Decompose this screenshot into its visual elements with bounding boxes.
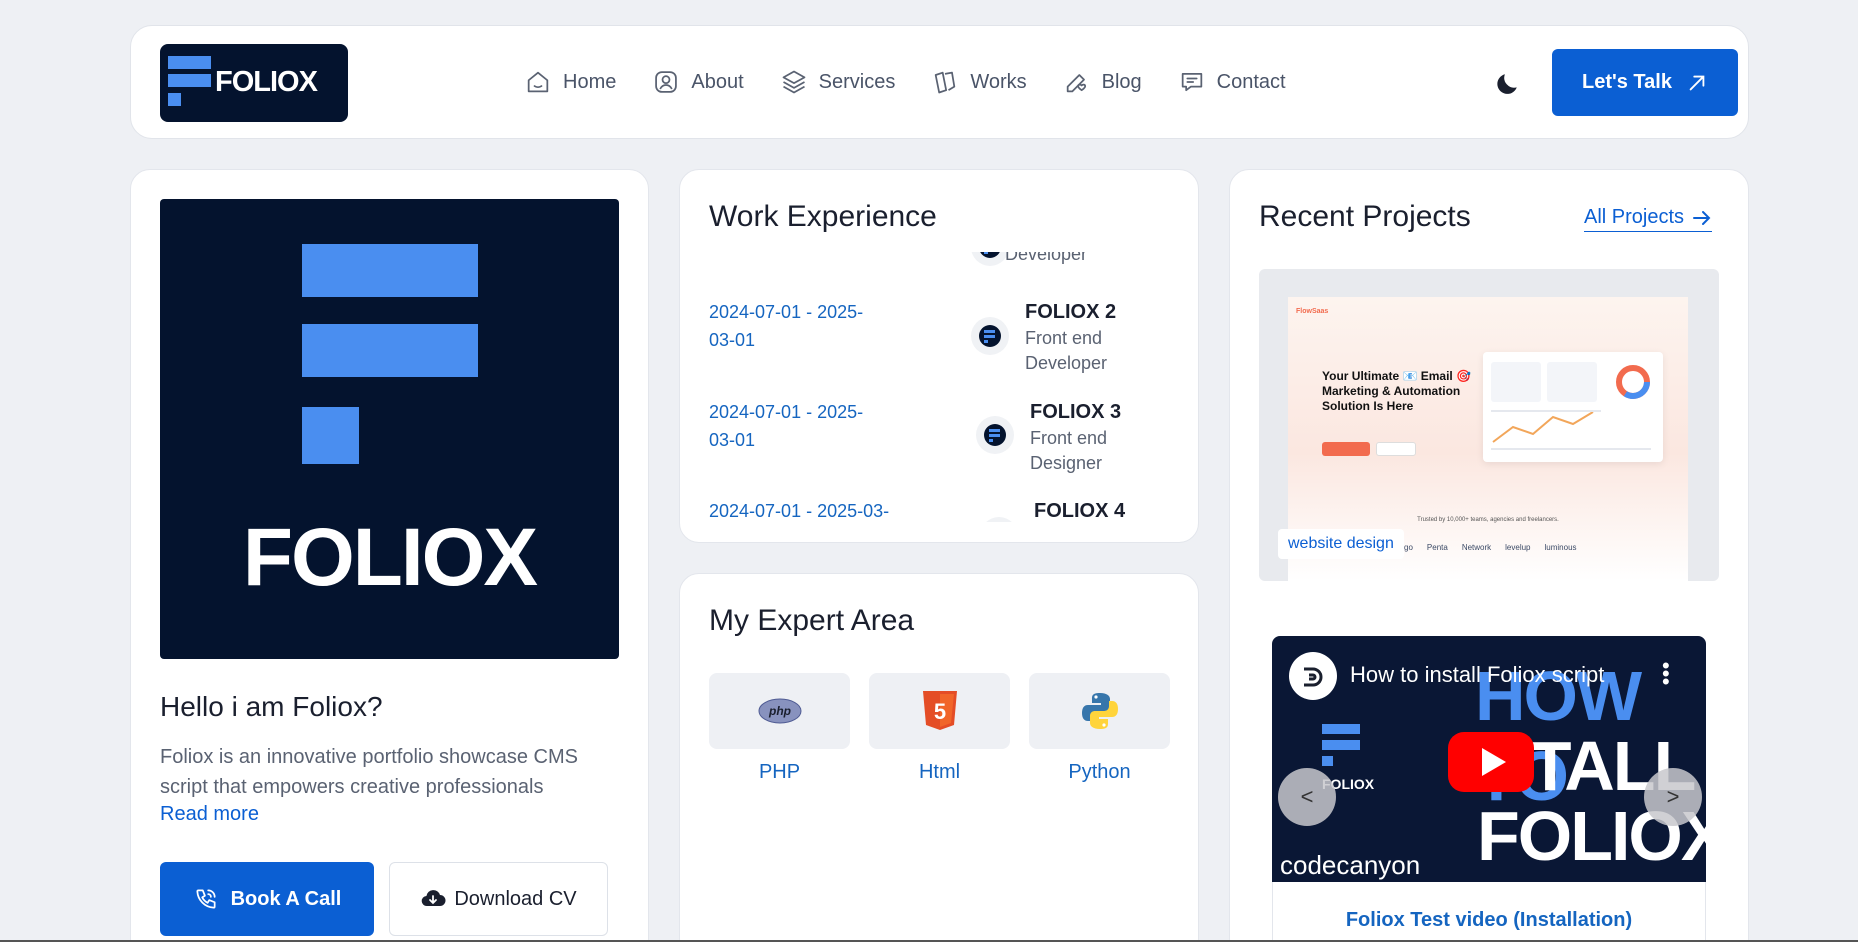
work-experience-title: Work Experience: [709, 200, 937, 233]
company-logo-icon: [976, 416, 1014, 454]
nav-about[interactable]: About: [652, 58, 744, 106]
mock-headline: Your Ultimate 📧 Email 🎯Marketing & Autom…: [1322, 369, 1472, 413]
skill-html-label: Html: [918, 761, 961, 783]
dark-mode-toggle-icon[interactable]: [1493, 68, 1523, 98]
work-date: 2024-07-01 - 2025-03-: [709, 501, 890, 521]
site-logo[interactable]: FOLIOX: [160, 44, 348, 122]
site-header: FOLIOX Home About Services Works Blog Co…: [130, 25, 1749, 139]
play-button[interactable]: [1448, 732, 1534, 792]
profile-card: FOLIOX Hello i am Foliox? Foliox is an i…: [130, 169, 649, 942]
hero-logo-text: FOLIOX: [242, 512, 538, 603]
mock-logos: Vertigo Penta Network levelup luminous: [1388, 543, 1577, 552]
nav-about-label: About: [691, 70, 744, 93]
book-call-label: Book A Call: [230, 887, 342, 910]
main-nav: Home About Services Works Blog Contact: [524, 58, 1286, 106]
all-projects-label: All Projects: [1584, 206, 1685, 228]
profile-description: Foliox is an innovative portfolio showca…: [160, 746, 578, 798]
download-cv-label: Download CV: [454, 887, 577, 910]
skill-php-label: PHP: [758, 761, 801, 783]
logo-text: FOLIOX: [215, 66, 318, 98]
carousel-prev-button[interactable]: <: [1278, 768, 1336, 826]
chat-icon: [1181, 72, 1202, 92]
youtube-video-embed[interactable]: HOW TO STALL FOLIOX FOLIOX How to instal…: [1272, 636, 1706, 882]
nav-home[interactable]: Home: [524, 58, 616, 106]
profile-title: Hello i am Foliox?: [160, 691, 383, 722]
video-brand-text: codecanyon: [1280, 850, 1421, 880]
work-experience-list[interactable]: Developer 2024-07-01 - 2025-03-01 FOLIOX…: [709, 252, 1179, 522]
svg-text:5: 5: [933, 699, 945, 724]
work-role: Front end Designer: [1030, 428, 1108, 473]
work-company: FOLIOX 4: [1034, 500, 1126, 522]
python-icon: [1081, 693, 1118, 729]
nav-contact[interactable]: Contact: [1178, 58, 1286, 106]
work-company: FOLIOX 2: [1025, 301, 1117, 323]
work-role: Developer: [1005, 252, 1088, 264]
php-icon: php: [758, 698, 801, 724]
profile-hero-image: FOLIOX: [160, 199, 619, 659]
company-logo-icon: [971, 317, 1009, 355]
video-caption[interactable]: Foliox Test video (Installation): [1272, 882, 1706, 942]
recent-projects-card: Recent Projects All Projects FlowSaas Yo…: [1229, 169, 1749, 942]
company-logo-icon: [971, 252, 1009, 266]
nav-contact-label: Contact: [1216, 70, 1286, 93]
html5-icon: 5: [922, 691, 957, 730]
project-thumbnail[interactable]: FlowSaas Your Ultimate 📧 Email 🎯Marketin…: [1259, 269, 1719, 581]
nav-works[interactable]: Works: [931, 58, 1027, 106]
cards-icon: [935, 71, 956, 94]
work-experience-card: Work Experience Developer 2024-07-01 - 2…: [679, 169, 1199, 543]
nav-blog[interactable]: Blog: [1063, 58, 1142, 106]
nav-services-label: Services: [818, 70, 896, 93]
cloud-download-icon: [422, 890, 446, 907]
expert-area-title: My Expert Area: [709, 604, 915, 637]
lets-talk-label: Let's Talk: [1582, 71, 1672, 93]
video-card: HOW TO STALL FOLIOX FOLIOX How to instal…: [1272, 636, 1706, 942]
recent-projects-title: Recent Projects: [1259, 200, 1471, 233]
video-more-icon[interactable]: • • •: [1662, 655, 1670, 693]
mock-dashboard: [1483, 352, 1663, 462]
read-more-link[interactable]: Read more: [160, 803, 259, 826]
mock-trust-text: Trusted by 10,000+ teams, agencies and f…: [1417, 517, 1559, 523]
carousel-next-button[interactable]: >: [1644, 768, 1702, 826]
svg-text:php: php: [768, 704, 791, 718]
work-company: FOLIOX 3: [1030, 401, 1122, 423]
mock-brand: FlowSaas: [1296, 307, 1329, 315]
arrow-up-right-icon: [1689, 75, 1705, 90]
video-title[interactable]: How to install Foliox script: [1350, 662, 1604, 688]
nav-services[interactable]: Services: [780, 58, 896, 106]
work-role: Front end Developer: [1025, 328, 1108, 373]
book-call-button[interactable]: Book A Call: [160, 862, 374, 936]
skill-php[interactable]: php: [709, 673, 850, 749]
project-category-tag[interactable]: website design: [1278, 529, 1404, 559]
work-date: 2024-07-01 - 2025-03-01: [709, 302, 864, 350]
all-projects-link[interactable]: All Projects: [1584, 206, 1713, 232]
channel-avatar[interactable]: [1289, 652, 1337, 700]
skill-html[interactable]: 5: [869, 673, 1010, 749]
lets-talk-button[interactable]: Let's Talk: [1552, 49, 1738, 116]
skill-python[interactable]: [1029, 673, 1170, 749]
nav-works-label: Works: [970, 70, 1027, 93]
skill-python-label: Python: [1068, 761, 1131, 783]
phone-icon: [196, 889, 216, 909]
company-logo-icon: [980, 517, 1018, 522]
user-icon: [655, 71, 678, 93]
layers-icon: [782, 70, 805, 94]
nav-home-label: Home: [563, 70, 617, 93]
nav-blog-label: Blog: [1101, 70, 1142, 93]
home-icon: [527, 71, 549, 93]
channel-logo-icon: [1304, 667, 1323, 687]
pen-heart-icon: [1066, 74, 1086, 93]
expert-area-card: My Expert Area php PHP 5 Html Python: [679, 573, 1199, 942]
download-cv-button[interactable]: Download CV: [389, 862, 608, 936]
work-date: 2024-07-01 - 2025-03-01: [709, 402, 864, 450]
arrow-right-icon: [1693, 210, 1711, 225]
